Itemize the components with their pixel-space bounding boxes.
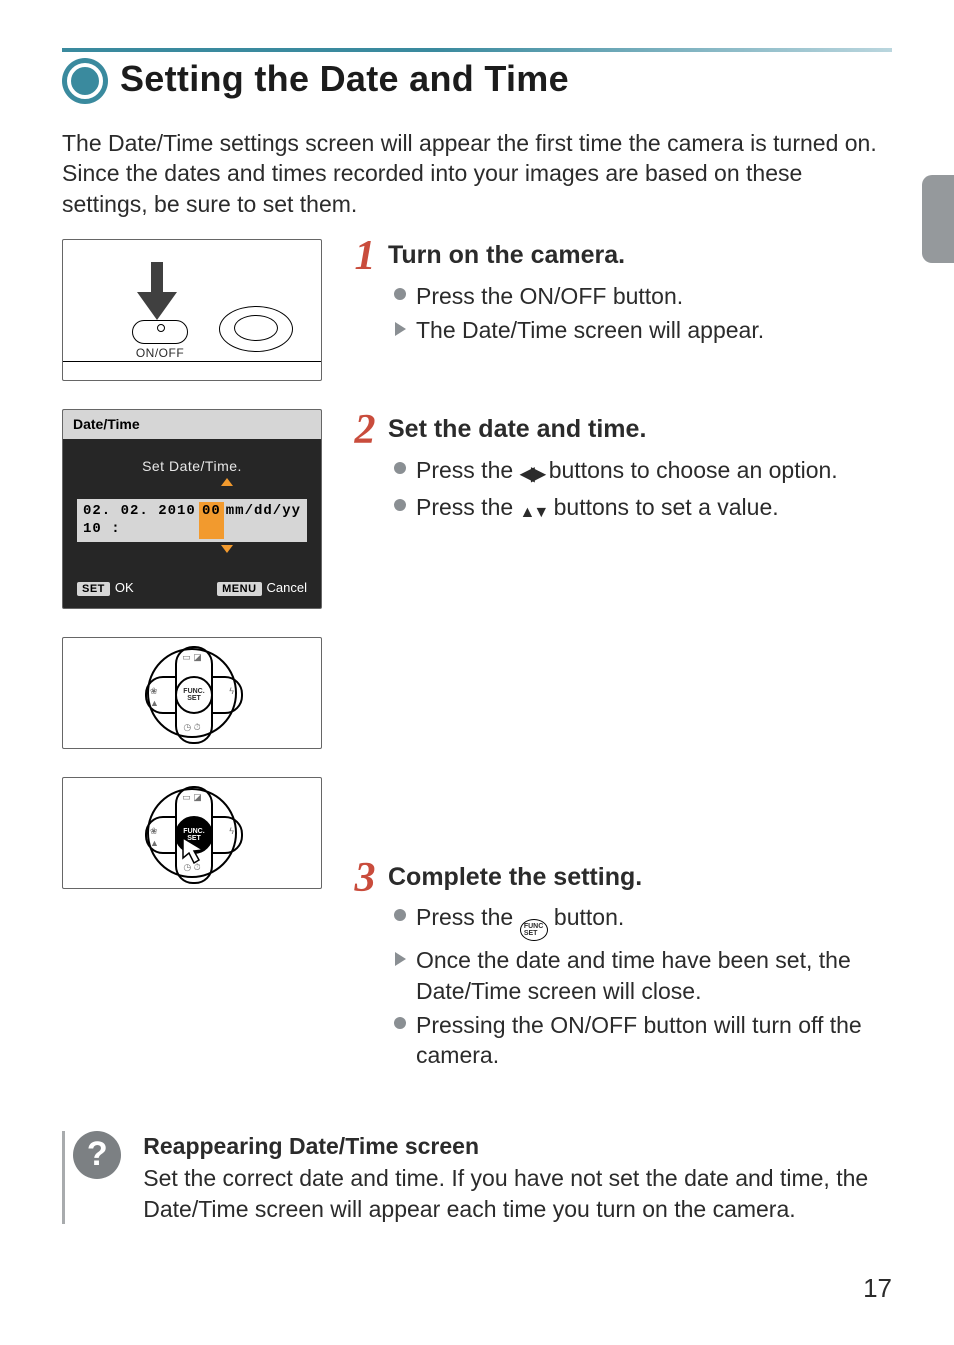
- step-bullet: Press the ▲▼ buttons to set a value.: [394, 492, 892, 523]
- bullet-text: Press the ON/OFF button.: [416, 283, 683, 309]
- shutter-graphic: [219, 306, 293, 352]
- wheel-glyph-left: ❀▲: [150, 826, 159, 850]
- figure-camera-power: ON/OFF: [62, 239, 322, 381]
- bullet-text: buttons to set a value.: [547, 494, 778, 520]
- wheel-glyph-right: ϟ: [229, 686, 234, 698]
- menu-tag: MENU: [217, 582, 261, 596]
- step-bullet: The Date/Time screen will appear.: [394, 315, 892, 345]
- left-right-arrows-icon: ◀▶: [520, 461, 543, 487]
- step-2: 2 Set the date and time. Press the ◀▶ bu…: [350, 413, 892, 522]
- bullet-dot-icon: [394, 462, 406, 474]
- heading-rule: [62, 48, 892, 52]
- wheel-glyph-left: ❀▲: [150, 686, 159, 710]
- page-thumb-tab: [922, 175, 954, 263]
- bullet-text: buttons to choose an option.: [542, 457, 837, 483]
- wheel-glyph-right: ϟ: [229, 826, 234, 838]
- bullet-text: Pressing the ON/OFF button will turn off…: [416, 1012, 862, 1068]
- lcd-value-post: mm/dd/yy: [226, 502, 301, 539]
- lcd-subtitle: Set Date/Time.: [63, 457, 321, 475]
- bullet-dot-icon: [394, 1017, 406, 1029]
- tip-box: ? Reappearing Date/Time screen Set the c…: [62, 1131, 892, 1224]
- ok-label: OK: [115, 580, 134, 595]
- lcd-ok: SET OK: [77, 579, 134, 597]
- bullet-text: Press the: [416, 494, 520, 520]
- bullet-text: The Date/Time screen will appear.: [416, 317, 764, 343]
- bullet-dot-icon: [394, 909, 406, 921]
- step-bullet: Press the ON/OFF button.: [394, 281, 892, 311]
- onoff-label: ON/OFF: [125, 346, 195, 362]
- lcd-title: Date/Time: [63, 410, 321, 438]
- bullet-text: button.: [548, 904, 625, 930]
- step-number: 1: [350, 239, 380, 275]
- wheel-glyph-top: ▭ ◪: [147, 792, 237, 804]
- lcd-cancel: MENU Cancel: [217, 579, 307, 597]
- heading-title: Setting the Date and Time: [120, 55, 569, 103]
- step-3: 3 Complete the setting. Press the FUNCSE…: [350, 861, 892, 1071]
- cursor-arrow-icon: [181, 836, 211, 866]
- tip-title: Reappearing Date/Time screen: [143, 1131, 892, 1161]
- bullet-text: Press the: [416, 457, 520, 483]
- step-bullet: Once the date and time have been set, th…: [394, 945, 892, 1006]
- up-down-arrows-icon: ▲▼: [520, 502, 548, 523]
- onoff-button-graphic: ON/OFF: [125, 320, 195, 362]
- set-tag: SET: [77, 582, 110, 596]
- step-title: Set the date and time.: [388, 413, 646, 446]
- bullet-text: Once the date and time have been set, th…: [416, 947, 851, 1003]
- bullet-dot-icon: [394, 499, 406, 511]
- bullet-dot-icon: [394, 288, 406, 300]
- lcd-value-row: 02. 02. 2010 10 : 00 mm/dd/yy: [77, 499, 307, 542]
- func-set-center: FUNC. SET: [175, 676, 213, 714]
- figure-datetime-screen: Date/Time Set Date/Time. 02. 02. 2010 10…: [62, 409, 322, 609]
- figure-control-wheel: FUNC. SET ▭ ◪ ◷ ⏱ ❀▲ ϟ: [62, 637, 322, 749]
- cancel-label: Cancel: [267, 580, 307, 595]
- step-title: Complete the setting.: [388, 861, 642, 894]
- func-set-icon: FUNCSET: [520, 919, 548, 941]
- wheel-glyph-bottom: ◷ ⏱: [147, 722, 237, 734]
- step-title: Turn on the camera.: [388, 239, 625, 272]
- bullet-text: Press the: [416, 904, 520, 930]
- step-bullet: Press the FUNCSET button.: [394, 902, 892, 941]
- bullet-triangle-icon: [395, 952, 406, 966]
- triangle-up-icon: [221, 478, 233, 486]
- bullet-triangle-icon: [395, 322, 406, 336]
- step-bullet: Pressing the ON/OFF button will turn off…: [394, 1010, 892, 1071]
- tip-bar: [62, 1131, 65, 1224]
- heading-bullet-icon: [62, 58, 108, 104]
- step-1: 1 Turn on the camera. Press the ON/OFF b…: [350, 239, 892, 345]
- lcd-value-pre: 02. 02. 2010 10 :: [83, 502, 197, 539]
- triangle-down-icon: [221, 545, 233, 553]
- down-arrow-icon: [137, 262, 177, 320]
- step-number: 3: [350, 861, 380, 897]
- wheel-glyph-top: ▭ ◪: [147, 652, 237, 664]
- question-icon: ?: [73, 1131, 121, 1179]
- step-bullet: Press the ◀▶ buttons to choose an option…: [394, 455, 892, 487]
- tip-body-text: Set the correct date and time. If you ha…: [143, 1163, 892, 1224]
- figure-control-wheel-press: FUNC. SET ▭ ◪ ◷ ⏱ ❀▲ ϟ: [62, 777, 322, 889]
- page-number: 17: [863, 1271, 892, 1305]
- lcd-value-highlight: 00: [199, 502, 224, 539]
- section-heading: Setting the Date and Time: [62, 48, 892, 110]
- step-number: 2: [350, 413, 380, 449]
- intro-paragraph: The Date/Time settings screen will appea…: [62, 128, 892, 219]
